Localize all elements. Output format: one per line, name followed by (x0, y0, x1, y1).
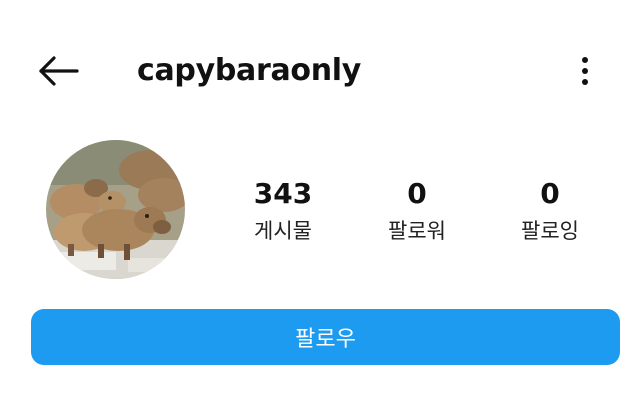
posts-label: 게시물 (254, 219, 312, 243)
followers-label: 팔로워 (388, 219, 446, 243)
follow-button-label: 팔로우 (295, 327, 356, 352)
profile-username: capybaraonly (137, 53, 362, 88)
profile-screen: capybaraonly 343 게시물 0 팔로워 0 팔로잉 팔로우 (0, 0, 640, 416)
stat-posts[interactable]: 343 게시물 (223, 176, 343, 246)
followers-count: 0 (407, 177, 427, 210)
capybara-photo-image (46, 140, 185, 279)
arrow-left-icon (39, 56, 79, 86)
back-button[interactable] (30, 48, 86, 94)
more-vertical-icon (582, 57, 588, 85)
following-label: 팔로잉 (521, 219, 579, 243)
avatar[interactable] (46, 140, 185, 279)
following-count: 0 (540, 177, 560, 210)
stat-followers[interactable]: 0 팔로워 (357, 176, 477, 246)
more-options-button[interactable] (566, 48, 604, 94)
follow-button[interactable]: 팔로우 (31, 309, 620, 365)
posts-count: 343 (253, 177, 313, 210)
stat-following[interactable]: 0 팔로잉 (490, 176, 610, 246)
